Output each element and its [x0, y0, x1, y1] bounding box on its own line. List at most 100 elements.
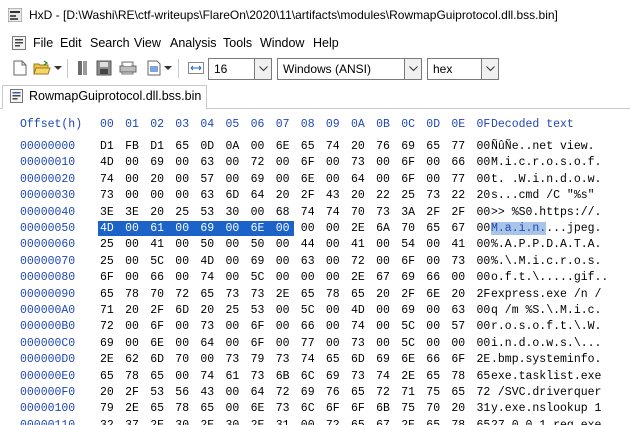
hex-byte[interactable]: 78	[451, 419, 468, 425]
decoded-text[interactable]: t. .W.i.n.d.o.w.	[491, 173, 601, 186]
hex-byte[interactable]: 37	[125, 419, 142, 425]
hex-byte[interactable]: 2F	[125, 386, 142, 399]
hex-byte[interactable]: 00	[226, 173, 243, 186]
hex-byte[interactable]: 68	[276, 206, 293, 219]
hex-byte[interactable]: D1	[100, 140, 117, 153]
hex-byte[interactable]: 2E	[401, 419, 418, 425]
hex-byte[interactable]: 69	[401, 271, 418, 284]
hex-byte[interactable]: 70	[401, 222, 418, 235]
hex-byte[interactable]: 65	[301, 140, 318, 153]
hex-byte[interactable]: 65	[200, 402, 217, 415]
bytes-per-row-select[interactable]: 16	[208, 58, 272, 80]
hex-byte[interactable]: 00	[226, 386, 243, 399]
hex-byte[interactable]: 69	[251, 255, 268, 268]
chevron-down-icon[interactable]	[481, 59, 498, 79]
hex-byte[interactable]: 25	[226, 304, 243, 317]
hex-byte[interactable]: 61	[226, 370, 243, 383]
hex-byte[interactable]: 64	[251, 189, 268, 202]
hex-byte[interactable]: 6E	[426, 288, 443, 301]
open-dropdown-button[interactable]	[53, 58, 63, 78]
hex-byte[interactable]: 20	[376, 288, 393, 301]
hex-byte[interactable]: 00	[125, 189, 142, 202]
hex-byte[interactable]: 00	[226, 255, 243, 268]
hex-byte[interactable]: 2E	[351, 271, 368, 284]
hex-byte[interactable]: 00	[276, 238, 293, 251]
hex-byte[interactable]: 62	[125, 353, 142, 366]
hex-byte[interactable]: 72	[326, 419, 343, 425]
hex-byte[interactable]: 66	[301, 320, 318, 333]
hex-byte[interactable]: 50	[251, 238, 268, 251]
hex-byte[interactable]: 00	[226, 337, 243, 350]
hex-byte[interactable]: 30	[226, 419, 243, 425]
decoded-text[interactable]: r.o.s.o.f.t.\.W.	[491, 320, 601, 333]
hex-byte[interactable]: 78	[451, 370, 468, 383]
hex-byte[interactable]: 54	[401, 238, 418, 251]
decoded-text[interactable]: s...cmd /C "%s"	[491, 189, 601, 202]
menu-analysis[interactable]: Analysis	[170, 36, 217, 50]
hex-byte[interactable]: 00	[376, 255, 393, 268]
hex-byte[interactable]: 00	[175, 173, 192, 186]
hex-byte[interactable]: 20	[351, 189, 368, 202]
chevron-down-icon[interactable]	[254, 59, 271, 79]
offset-base-select[interactable]: hex	[427, 58, 499, 80]
hex-byte[interactable]: 2F	[150, 304, 167, 317]
hex-byte[interactable]: 2E	[150, 419, 167, 425]
decoded-text[interactable]: /SVC.driverquer	[491, 386, 602, 399]
hex-byte[interactable]: 6E	[301, 173, 318, 186]
hex-byte[interactable]: 75	[401, 402, 418, 415]
hex-byte[interactable]: 00	[326, 173, 343, 186]
hex-byte[interactable]: 20	[351, 140, 368, 153]
hex-byte[interactable]: 57	[200, 173, 217, 186]
hex-byte[interactable]: 65	[426, 370, 443, 383]
hex-byte[interactable]: 77	[301, 337, 318, 350]
hex-byte[interactable]: D1	[150, 140, 167, 153]
hex-byte[interactable]: 73	[276, 353, 293, 366]
decoded-text[interactable]: q /m %S.\.M.i.c.	[491, 304, 601, 317]
hex-byte[interactable]: 6D	[226, 189, 243, 202]
hex-byte[interactable]: 69	[401, 304, 418, 317]
hex-byte[interactable]: 32	[100, 419, 117, 425]
hex-byte[interactable]: 74	[376, 370, 393, 383]
hex-byte[interactable]: 69	[326, 370, 343, 383]
hex-byte[interactable]: 4D	[100, 222, 117, 235]
hex-byte[interactable]: 72	[175, 288, 192, 301]
hex-byte[interactable]: 20	[276, 189, 293, 202]
hex-byte[interactable]: 76	[376, 140, 393, 153]
menu-window[interactable]: Window	[260, 36, 304, 50]
hex-byte[interactable]: 20	[125, 304, 142, 317]
hex-byte[interactable]: 74	[301, 353, 318, 366]
hex-byte[interactable]: 22	[376, 189, 393, 202]
hex-byte[interactable]: 6E	[251, 222, 268, 235]
hex-byte[interactable]: 00	[276, 320, 293, 333]
hex-byte[interactable]: 65	[175, 140, 192, 153]
hex-byte[interactable]: 72	[276, 386, 293, 399]
hex-byte[interactable]: 65	[100, 288, 117, 301]
hex-byte[interactable]: 74	[200, 271, 217, 284]
properties-button[interactable]	[119, 58, 137, 78]
decoded-text[interactable]: i.n.d.o.w.s.\...	[491, 337, 601, 350]
hex-byte[interactable]: 76	[326, 386, 343, 399]
hex-byte[interactable]: 78	[125, 288, 142, 301]
hex-byte[interactable]: 00	[150, 189, 167, 202]
decoded-text[interactable]: express.exe /n /	[491, 288, 601, 301]
hex-byte[interactable]: 69	[200, 222, 217, 235]
hex-byte[interactable]: 00	[276, 337, 293, 350]
hex-byte[interactable]: 00	[175, 370, 192, 383]
hex-byte[interactable]: 00	[326, 337, 343, 350]
hex-byte[interactable]: 2E	[251, 419, 268, 425]
hex-byte[interactable]: 20	[150, 173, 167, 186]
hex-byte[interactable]: 50	[200, 238, 217, 251]
hex-byte[interactable]: 73	[226, 288, 243, 301]
hex-byte[interactable]: 3E	[125, 206, 142, 219]
hex-byte[interactable]: 00	[426, 255, 443, 268]
decoded-text[interactable]: %.A.P.P.D.A.T.A.	[491, 238, 601, 251]
hex-byte[interactable]: 65	[426, 222, 443, 235]
hex-byte[interactable]: 5C	[301, 304, 318, 317]
decoded-text[interactable]: M.a.i.n....jpeg.	[491, 222, 601, 235]
hex-byte[interactable]: 73	[100, 189, 117, 202]
hex-byte[interactable]: 00	[326, 271, 343, 284]
hex-byte[interactable]: 00	[376, 337, 393, 350]
hex-byte[interactable]: 20	[100, 386, 117, 399]
hex-byte[interactable]: 2F	[426, 206, 443, 219]
hex-byte[interactable]: 70	[150, 288, 167, 301]
